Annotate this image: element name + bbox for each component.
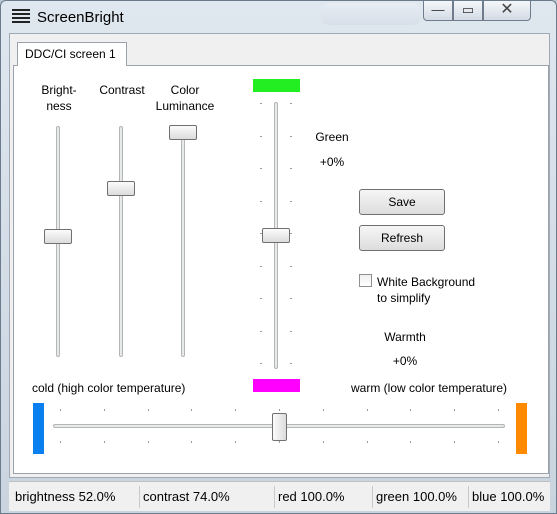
white-background-checkbox[interactable] bbox=[359, 274, 372, 287]
green-color-swatch bbox=[253, 79, 300, 92]
warmth-color-indicator bbox=[253, 379, 300, 392]
status-brightness: brightness 52.0% bbox=[12, 486, 140, 508]
tick-mark bbox=[279, 441, 280, 443]
tick-mark bbox=[410, 441, 411, 443]
tab-ddc-ci-screen-1[interactable]: DDC/CI screen 1 bbox=[17, 42, 127, 66]
tick-mark bbox=[290, 201, 292, 202]
contrast-track bbox=[119, 126, 123, 357]
tick-mark bbox=[60, 409, 61, 411]
tick-mark bbox=[260, 168, 262, 169]
tick-mark bbox=[260, 363, 262, 364]
minimize-button[interactable]: — bbox=[423, 1, 453, 21]
tick-mark bbox=[367, 409, 368, 411]
tick-mark bbox=[410, 409, 411, 411]
tick-mark bbox=[290, 266, 292, 267]
tick-mark bbox=[191, 441, 192, 443]
tick-mark bbox=[498, 409, 499, 411]
tick-mark bbox=[290, 331, 292, 332]
tick-mark bbox=[290, 298, 292, 299]
color-luminance-slider-thumb[interactable] bbox=[169, 125, 197, 140]
tick-mark bbox=[454, 409, 455, 411]
brightness-slider-thumb[interactable] bbox=[44, 229, 72, 244]
tick-mark bbox=[260, 266, 262, 267]
color-channel-value: +0% bbox=[319, 155, 345, 169]
warm-label: warm (low color temperature) bbox=[351, 381, 508, 395]
status-bar: brightness 52.0% contrast 74.0% red 100.… bbox=[9, 481, 550, 511]
maximize-button[interactable]: ▭ bbox=[453, 1, 483, 21]
color-luminance-label: Color Luminance bbox=[155, 83, 215, 113]
color-balance-slider-thumb[interactable] bbox=[262, 228, 290, 243]
tick-mark bbox=[260, 103, 262, 104]
tick-mark bbox=[191, 409, 192, 411]
refresh-button[interactable]: Refresh bbox=[359, 225, 445, 251]
window-title: ScreenBright bbox=[37, 9, 124, 26]
tick-mark bbox=[235, 441, 236, 443]
tick-mark bbox=[454, 441, 455, 443]
tick-mark bbox=[104, 409, 105, 411]
cold-color-bar bbox=[33, 403, 44, 454]
tick-mark bbox=[290, 136, 292, 137]
tick-mark bbox=[148, 409, 149, 411]
white-background-label[interactable]: White Background to simplify bbox=[377, 274, 497, 306]
warm-color-bar bbox=[516, 403, 527, 454]
color-channel-name: Green bbox=[315, 130, 349, 144]
tick-mark bbox=[290, 103, 292, 104]
warmth-label: Warmth bbox=[384, 330, 426, 344]
title-bar[interactable]: ScreenBright — ▭ ✕ bbox=[1, 1, 556, 33]
warmth-slider-thumb[interactable] bbox=[272, 413, 287, 441]
tick-mark bbox=[260, 136, 262, 137]
tick-mark bbox=[290, 233, 292, 234]
background-window-ghost bbox=[321, 3, 421, 25]
tick-mark bbox=[290, 168, 292, 169]
contrast-slider-thumb[interactable] bbox=[107, 181, 135, 196]
status-blue: blue 100.0% bbox=[472, 489, 545, 504]
cold-label: cold (high color temperature) bbox=[32, 381, 186, 395]
tick-mark bbox=[498, 441, 499, 443]
tick-mark bbox=[260, 298, 262, 299]
tick-mark bbox=[104, 441, 105, 443]
tick-mark bbox=[323, 441, 324, 443]
brightness-label: Bright- ness bbox=[41, 83, 77, 113]
tick-mark bbox=[290, 363, 292, 364]
app-window: ScreenBright — ▭ ✕ DDC/CI screen 1 Brigh… bbox=[0, 0, 557, 514]
tick-mark bbox=[323, 409, 324, 411]
tick-mark bbox=[60, 441, 61, 443]
app-logo-icon bbox=[12, 9, 30, 25]
warmth-value: +0% bbox=[392, 354, 418, 368]
save-button[interactable]: Save bbox=[359, 189, 445, 215]
status-green: green 100.0% bbox=[373, 486, 469, 508]
status-red: red 100.0% bbox=[275, 486, 373, 508]
close-button[interactable]: ✕ bbox=[483, 1, 531, 21]
tick-mark bbox=[148, 441, 149, 443]
color-luminance-track bbox=[181, 126, 185, 357]
tick-mark bbox=[260, 331, 262, 332]
tick-mark bbox=[260, 201, 262, 202]
contrast-label: Contrast bbox=[99, 83, 145, 97]
tick-mark bbox=[235, 409, 236, 411]
tick-mark bbox=[279, 409, 280, 411]
status-contrast: contrast 74.0% bbox=[140, 486, 275, 508]
tick-mark bbox=[367, 441, 368, 443]
